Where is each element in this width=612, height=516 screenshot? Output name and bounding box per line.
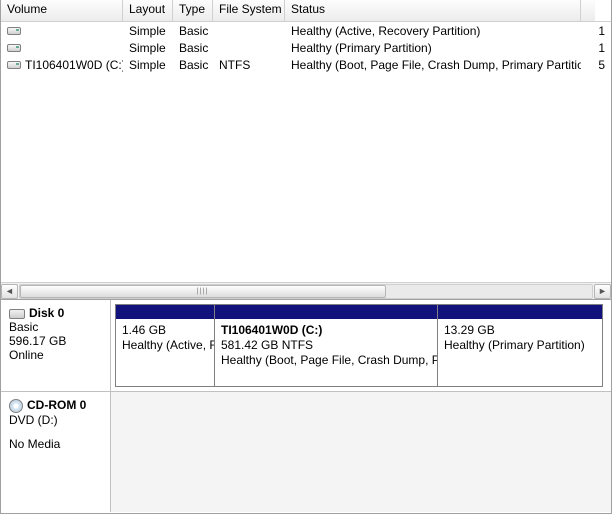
cdrom-empty-area — [111, 392, 611, 512]
cell-status: Healthy (Boot, Page File, Crash Dump, Pr… — [285, 58, 581, 72]
volume-rows: Simple Basic Healthy (Active, Recovery P… — [1, 22, 611, 73]
cell-layout: Simple — [123, 58, 173, 72]
scroll-track[interactable] — [19, 284, 593, 299]
cell-status: Healthy (Active, Recovery Partition) — [285, 24, 581, 38]
partition-size: 1.46 GB — [122, 323, 208, 338]
disk-row: Disk 0 Basic 596.17 GB Online 1.46 GB He… — [1, 300, 611, 392]
partition-status: Healthy (Active, Recovery Partition) — [122, 338, 208, 353]
partition-stripe — [438, 305, 602, 319]
header-volume[interactable]: Volume — [1, 0, 123, 21]
volume-name: TI106401W0D (C:) — [25, 58, 123, 72]
cell-extra: 5 — [581, 58, 611, 72]
header-type[interactable]: Type — [173, 0, 213, 21]
cell-type: Basic — [173, 24, 213, 38]
partition-status: Healthy (Primary Partition) — [444, 338, 596, 353]
header-layout[interactable]: Layout — [123, 0, 173, 21]
partition-stripe — [116, 305, 214, 319]
volume-list-pane: Volume Layout Type File System Status Si… — [0, 0, 612, 300]
partition[interactable]: 13.29 GB Healthy (Primary Partition) — [437, 304, 603, 387]
cell-type: Basic — [173, 41, 213, 55]
drive-icon — [7, 44, 21, 52]
scroll-thumb[interactable] — [20, 285, 386, 298]
header-status[interactable]: Status — [285, 0, 581, 21]
disk-type: Basic — [9, 320, 102, 334]
column-headers: Volume Layout Type File System Status — [1, 0, 611, 22]
disk-icon — [9, 309, 25, 319]
cell-status: Healthy (Primary Partition) — [285, 41, 581, 55]
cell-layout: Simple — [123, 24, 173, 38]
partition-name: TI106401W0D (C:) — [221, 323, 431, 338]
graphical-view-pane: Disk 0 Basic 596.17 GB Online 1.46 GB He… — [0, 300, 612, 514]
cdrom-line2: DVD (D:) — [9, 413, 102, 427]
cdrom-info[interactable]: CD-ROM 0 DVD (D:) No Media — [1, 392, 111, 512]
partition[interactable]: 1.46 GB Healthy (Active, Recovery Partit… — [115, 304, 215, 387]
cell-extra: 1 — [581, 41, 611, 55]
drive-icon — [7, 61, 21, 69]
partition-stripe — [215, 305, 437, 319]
volume-row[interactable]: Simple Basic Healthy (Active, Recovery P… — [1, 22, 611, 39]
partition[interactable]: TI106401W0D (C:) 581.42 GB NTFS Healthy … — [214, 304, 438, 387]
drive-icon — [7, 27, 21, 35]
disk-info[interactable]: Disk 0 Basic 596.17 GB Online — [1, 300, 111, 391]
cell-fs: NTFS — [213, 58, 285, 72]
disk-state: Online — [9, 348, 102, 362]
partition-size: 581.42 GB NTFS — [221, 338, 431, 353]
cell-extra: 1 — [581, 24, 611, 38]
cell-layout: Simple — [123, 41, 173, 55]
partition-status: Healthy (Boot, Page File, Crash Dump, Pr… — [221, 353, 431, 368]
header-extra[interactable] — [581, 0, 595, 21]
disk-title: Disk 0 — [29, 306, 64, 320]
horizontal-scrollbar[interactable]: ◄ ► — [1, 282, 611, 299]
cdrom-title: CD-ROM 0 — [27, 398, 86, 412]
scroll-right-arrow[interactable]: ► — [594, 284, 611, 299]
volume-row[interactable]: TI106401W0D (C:) Simple Basic NTFS Healt… — [1, 56, 611, 73]
partition-size: 13.29 GB — [444, 323, 596, 338]
header-filesystem[interactable]: File System — [213, 0, 285, 21]
disk-size: 596.17 GB — [9, 334, 102, 348]
scroll-left-arrow[interactable]: ◄ — [1, 284, 18, 299]
partition-map: 1.46 GB Healthy (Active, Recovery Partit… — [111, 300, 611, 391]
cdrom-icon — [9, 399, 23, 413]
cdrom-line3: No Media — [9, 437, 102, 451]
cell-type: Basic — [173, 58, 213, 72]
cdrom-row: CD-ROM 0 DVD (D:) No Media — [1, 392, 611, 512]
volume-row[interactable]: Simple Basic Healthy (Primary Partition)… — [1, 39, 611, 56]
